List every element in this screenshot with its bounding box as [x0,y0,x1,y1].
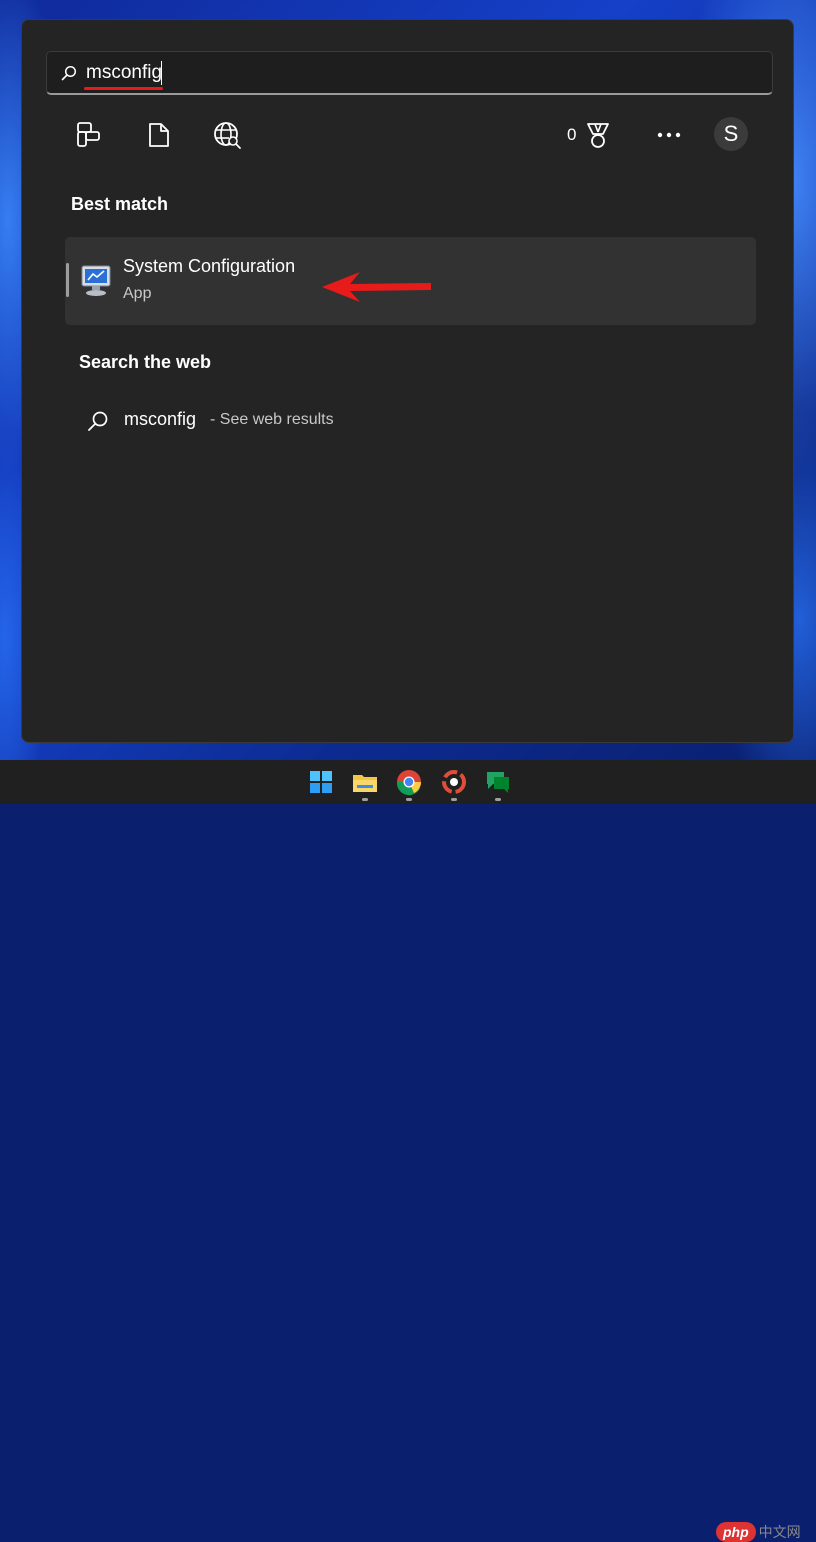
selection-indicator [66,263,69,297]
taskbar: php 中文网 [0,760,816,1542]
file-explorer-icon[interactable] [351,768,379,796]
rewards-points-count: 0 [567,125,577,144]
more-options-icon[interactable] [654,120,684,150]
annotation-arrow [322,272,431,302]
web-search-result[interactable]: msconfig - See web results [82,405,756,437]
photos-icon[interactable] [440,768,468,796]
site-watermark: php 中文网 [716,1522,801,1542]
chat-running-indicator [495,798,501,801]
system-configuration-icon [81,265,111,296]
chat-icon[interactable] [484,768,512,796]
photos-running-indicator [451,798,457,801]
search-input[interactable]: msconfig [86,62,162,84]
search-box[interactable]: msconfig [46,51,773,95]
annotation-underline [84,87,163,90]
chrome-running-indicator [406,798,412,801]
web-globe-icon[interactable] [212,120,242,150]
start-icon[interactable] [307,768,335,796]
watermark-site: 中文网 [758,1524,801,1540]
best-match-heading: Best match [71,194,169,214]
search-icon [88,411,108,431]
watermark-brand: php [716,1522,756,1542]
web-search-query: msconfig [124,409,197,429]
result-title: System Configuration [123,256,296,276]
chrome-icon[interactable] [395,768,423,796]
search-icon [61,65,77,81]
rewards-medal-icon[interactable] [583,120,613,150]
user-avatar[interactable]: S [714,117,748,151]
apps-icon[interactable] [75,120,105,150]
web-search-suffix: - See web results [210,411,334,428]
result-type: App [123,285,152,302]
text-caret [161,61,162,85]
search-web-heading: Search the web [79,352,212,372]
file-explorer-running-indicator [362,798,368,801]
start-search-panel: msconfig 0 S Best match System Configura… [21,19,794,743]
document-icon[interactable] [144,120,174,150]
